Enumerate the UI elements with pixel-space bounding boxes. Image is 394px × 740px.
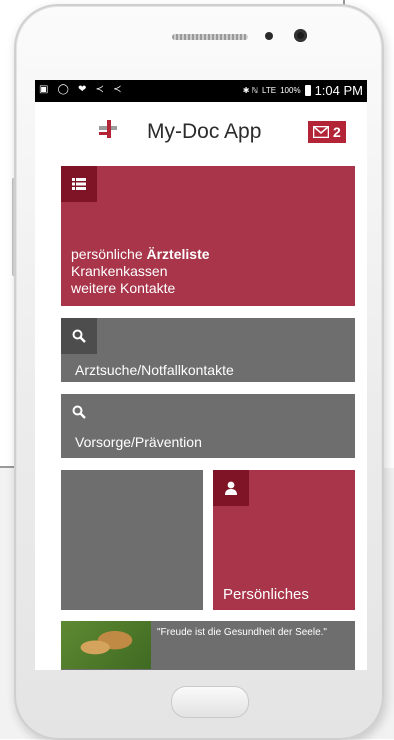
health-insurance-label: Krankenkassen <box>71 263 168 279</box>
home-button[interactable] <box>171 686 249 718</box>
mail-button[interactable]: 2 <box>308 121 346 143</box>
personal-label: Persönliches <box>223 586 309 603</box>
app-title: My-Doc App <box>147 120 262 143</box>
signal-label: LTE <box>262 86 277 95</box>
doctor-search-label: Arztsuche/Notfallkontakte <box>75 362 234 378</box>
app-logo-icon <box>99 120 117 138</box>
lion-cub-image <box>61 621 151 669</box>
empty-tile[interactable] <box>61 470 203 610</box>
mail-count-badge: 2 <box>333 124 341 140</box>
personal-doctor-list-prefix: persönliche <box>71 246 147 262</box>
status-bar: ▣ ◯ ❤ ≺ ≺ ✱ ℕ LTE 100% 1:04 PM <box>35 80 367 102</box>
notification-icons: ▣ ◯ ❤ ≺ ≺ <box>39 84 125 95</box>
prevention-tile[interactable]: Vorsorge/Prävention <box>61 394 355 458</box>
contacts-tile-text: persönliche Ärzteliste Krankenkassen wei… <box>71 246 210 297</box>
app-screen: ▣ ◯ ❤ ≺ ≺ ✱ ℕ LTE 100% 1:04 PM My-Doc Ap… <box>35 80 367 670</box>
doctor-search-tile[interactable]: Arztsuche/Notfallkontakte <box>61 318 355 382</box>
quote-tile[interactable]: "Freude ist die Gesundheit der Seele." <box>61 621 355 670</box>
search-icon <box>61 318 97 354</box>
personal-tile[interactable]: Persönliches <box>213 470 355 610</box>
other-contacts-label: weitere Kontakte <box>71 280 176 296</box>
battery-percent: 100% <box>280 86 301 95</box>
quote-text: "Freude ist die Gesundheit der Seele." <box>157 627 327 638</box>
search-icon <box>61 394 97 430</box>
prevention-label: Vorsorge/Prävention <box>75 434 202 450</box>
front-camera <box>294 29 307 42</box>
contacts-tile[interactable]: persönliche Ärzteliste Krankenkassen wei… <box>61 166 355 306</box>
system-icons: ✱ ℕ <box>242 86 259 95</box>
person-icon <box>213 470 249 506</box>
envelope-icon <box>313 126 329 138</box>
battery-icon <box>304 85 311 96</box>
speaker-grille <box>172 34 248 40</box>
proximity-sensor <box>265 32 273 40</box>
doctor-list-label: Ärzteliste <box>146 246 210 262</box>
list-icon <box>61 166 97 202</box>
status-right: ✱ ℕ LTE 100% 1:04 PM <box>243 83 363 98</box>
clock: 1:04 PM <box>314 83 363 98</box>
